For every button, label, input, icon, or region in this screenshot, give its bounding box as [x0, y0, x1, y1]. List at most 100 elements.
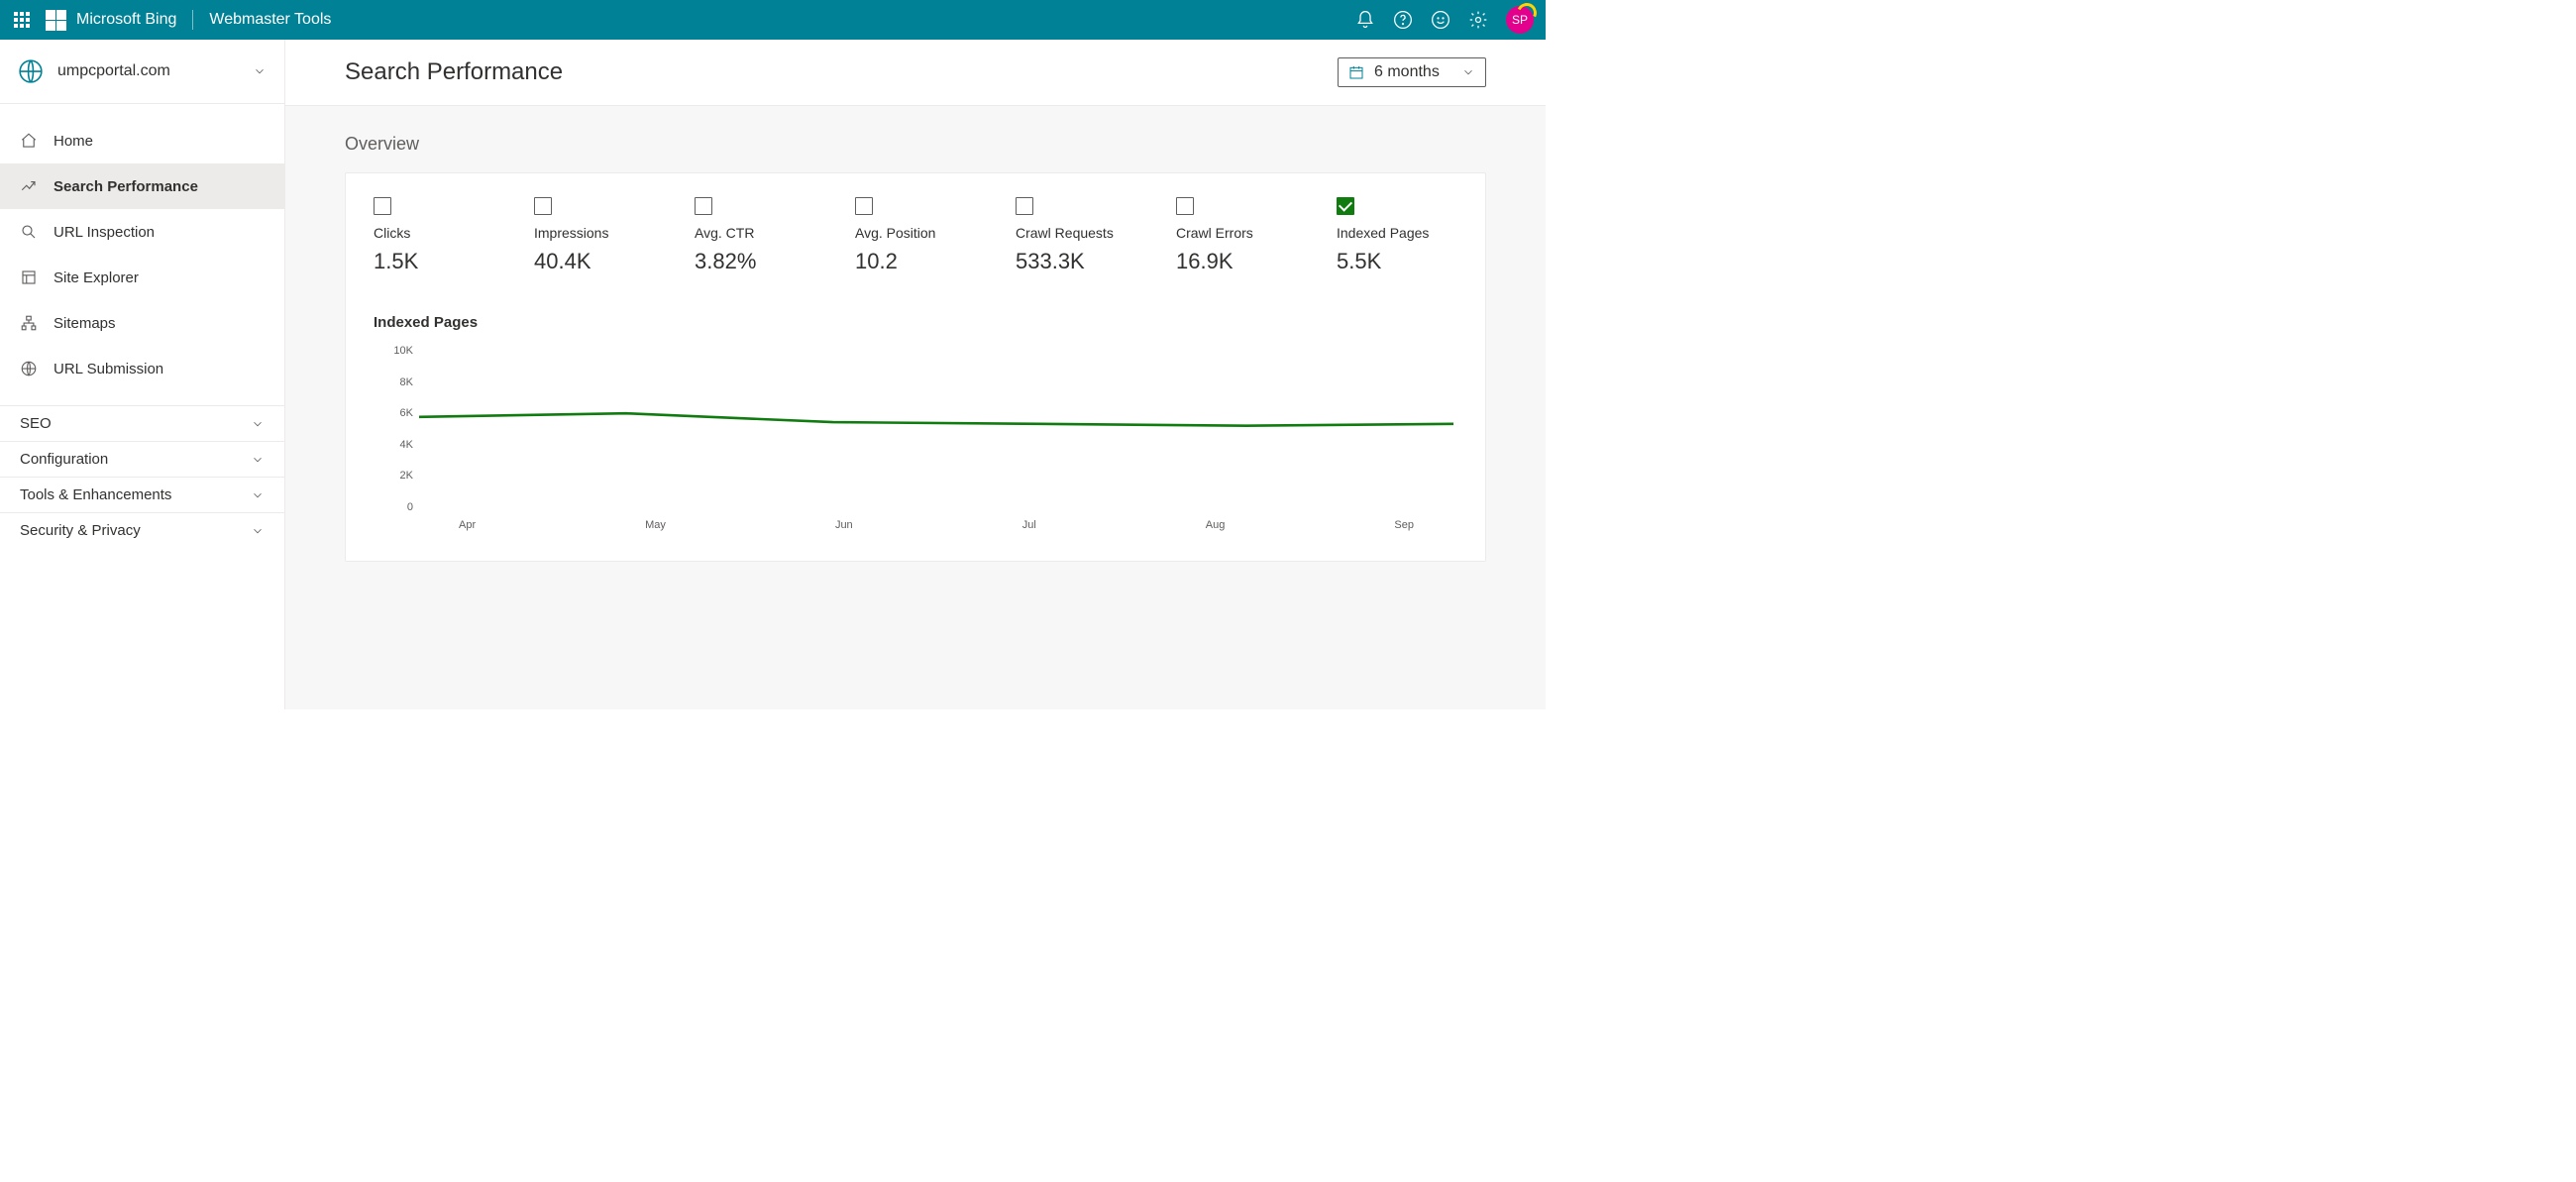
sidebar: umpcportal.com Home Search Performance U…: [0, 40, 285, 709]
section-label: Security & Privacy: [20, 522, 141, 539]
chevron-down-icon: [1461, 65, 1475, 79]
metric-label: Crawl Errors: [1176, 225, 1297, 241]
metric-crawl-errors: Crawl Errors 16.9K: [1176, 197, 1297, 274]
sidebar-section-security[interactable]: Security & Privacy: [0, 512, 284, 548]
brand-label: Microsoft Bing: [76, 11, 176, 29]
metric-value: 10.2: [855, 249, 976, 274]
x-tick: Sep: [1394, 519, 1414, 533]
section-label: Tools & Enhancements: [20, 486, 171, 503]
sidebar-item-search-performance[interactable]: Search Performance: [0, 163, 284, 209]
chart-line: [419, 413, 1453, 425]
user-avatar[interactable]: SP: [1506, 6, 1534, 34]
globe-small-icon: [20, 360, 38, 377]
settings-gear-icon[interactable]: [1468, 10, 1488, 30]
metric-avg-ctr: Avg. CTR 3.82%: [695, 197, 815, 274]
main-content: Search Performance 6 months Overview Cli…: [285, 40, 1546, 709]
help-icon[interactable]: [1393, 10, 1413, 30]
metric-label: Impressions: [534, 225, 655, 241]
metric-clicks: Clicks 1.5K: [374, 197, 494, 274]
feedback-smile-icon[interactable]: [1431, 10, 1450, 30]
page-header: Search Performance 6 months: [285, 40, 1546, 106]
metric-label: Clicks: [374, 225, 494, 241]
chevron-down-icon: [251, 524, 265, 538]
x-tick: Apr: [459, 519, 476, 533]
y-tick: 4K: [374, 439, 413, 451]
sidebar-item-label: URL Inspection: [54, 224, 155, 241]
section-label: Configuration: [20, 451, 108, 468]
app-name-label[interactable]: Webmaster Tools: [209, 11, 331, 29]
x-tick: Jul: [1022, 519, 1036, 533]
metric-avg-position: Avg. Position 10.2: [855, 197, 976, 274]
metric-label: Indexed Pages: [1337, 225, 1457, 241]
metric-value: 5.5K: [1337, 249, 1457, 274]
metric-indexed-pages: Indexed Pages 5.5K: [1337, 197, 1457, 274]
sidebar-item-label: Site Explorer: [54, 269, 139, 286]
x-tick: Aug: [1206, 519, 1226, 533]
sidebar-item-label: Home: [54, 133, 93, 150]
site-selector[interactable]: umpcportal.com: [0, 40, 284, 103]
metric-value: 3.82%: [695, 249, 815, 274]
section-label: SEO: [20, 415, 52, 432]
x-tick: Jun: [835, 519, 853, 533]
sidebar-item-url-submission[interactable]: URL Submission: [0, 346, 284, 391]
metric-value: 40.4K: [534, 249, 655, 274]
sidebar-section-tools[interactable]: Tools & Enhancements: [0, 477, 284, 512]
sidebar-item-url-inspection[interactable]: URL Inspection: [0, 209, 284, 255]
home-icon: [20, 132, 38, 150]
app-header: Microsoft Bing Webmaster Tools SP: [0, 0, 1546, 40]
metric-value: 533.3K: [1016, 249, 1136, 274]
chart-y-axis: 10K 8K 6K 4K 2K 0: [374, 345, 413, 513]
explorer-icon: [20, 269, 38, 286]
search-icon: [20, 223, 38, 241]
sidebar-item-label: URL Submission: [54, 361, 163, 377]
chart-plot[interactable]: [419, 345, 1453, 520]
metrics-row: Clicks 1.5K Impressions 40.4K Avg. CTR 3…: [374, 197, 1457, 274]
overview-heading: Overview: [345, 134, 1486, 155]
sidebar-item-label: Search Performance: [54, 178, 198, 195]
y-tick: 10K: [374, 345, 413, 357]
chevron-down-icon: [251, 488, 265, 502]
metric-crawl-requests: Crawl Requests 533.3K: [1016, 197, 1136, 274]
chart-x-axis: Apr May Jun Jul Aug Sep: [419, 515, 1453, 533]
microsoft-logo-icon: [46, 10, 66, 31]
sidebar-item-home[interactable]: Home: [0, 118, 284, 163]
divider: [192, 10, 193, 30]
metric-checkbox[interactable]: [1337, 197, 1354, 215]
y-tick: 0: [374, 501, 413, 513]
y-tick: 8K: [374, 376, 413, 388]
metric-checkbox[interactable]: [695, 197, 712, 215]
metric-impressions: Impressions 40.4K: [534, 197, 655, 274]
metric-label: Avg. CTR: [695, 225, 815, 241]
metric-value: 1.5K: [374, 249, 494, 274]
globe-icon: [18, 58, 44, 84]
chart-area: 10K 8K 6K 4K 2K 0 Apr May Jun Jul Aug Sep: [374, 345, 1457, 533]
app-launcher-icon[interactable]: [14, 12, 30, 28]
sidebar-item-label: Sitemaps: [54, 315, 116, 332]
page-title: Search Performance: [345, 58, 563, 86]
overview-card: Clicks 1.5K Impressions 40.4K Avg. CTR 3…: [345, 172, 1486, 562]
metric-checkbox[interactable]: [855, 197, 873, 215]
trend-icon: [20, 177, 38, 195]
metric-value: 16.9K: [1176, 249, 1297, 274]
calendar-icon: [1348, 64, 1364, 80]
bell-icon[interactable]: [1355, 10, 1375, 30]
y-tick: 2K: [374, 470, 413, 482]
chart-title: Indexed Pages: [374, 314, 1457, 331]
x-tick: May: [645, 519, 666, 533]
date-range-label: 6 months: [1374, 63, 1451, 81]
metric-checkbox[interactable]: [534, 197, 552, 215]
date-range-selector[interactable]: 6 months: [1338, 57, 1486, 87]
header-left: Microsoft Bing Webmaster Tools: [8, 10, 331, 31]
sidebar-item-sitemaps[interactable]: Sitemaps: [0, 300, 284, 346]
metric-checkbox[interactable]: [1016, 197, 1033, 215]
sitemap-icon: [20, 314, 38, 332]
chevron-down-icon: [251, 417, 265, 431]
metric-checkbox[interactable]: [1176, 197, 1194, 215]
header-right: SP: [1355, 6, 1538, 34]
metric-checkbox[interactable]: [374, 197, 391, 215]
sidebar-section-seo[interactable]: SEO: [0, 405, 284, 441]
sidebar-section-configuration[interactable]: Configuration: [0, 441, 284, 477]
sidebar-item-site-explorer[interactable]: Site Explorer: [0, 255, 284, 300]
chevron-down-icon: [251, 453, 265, 467]
y-tick: 6K: [374, 407, 413, 419]
